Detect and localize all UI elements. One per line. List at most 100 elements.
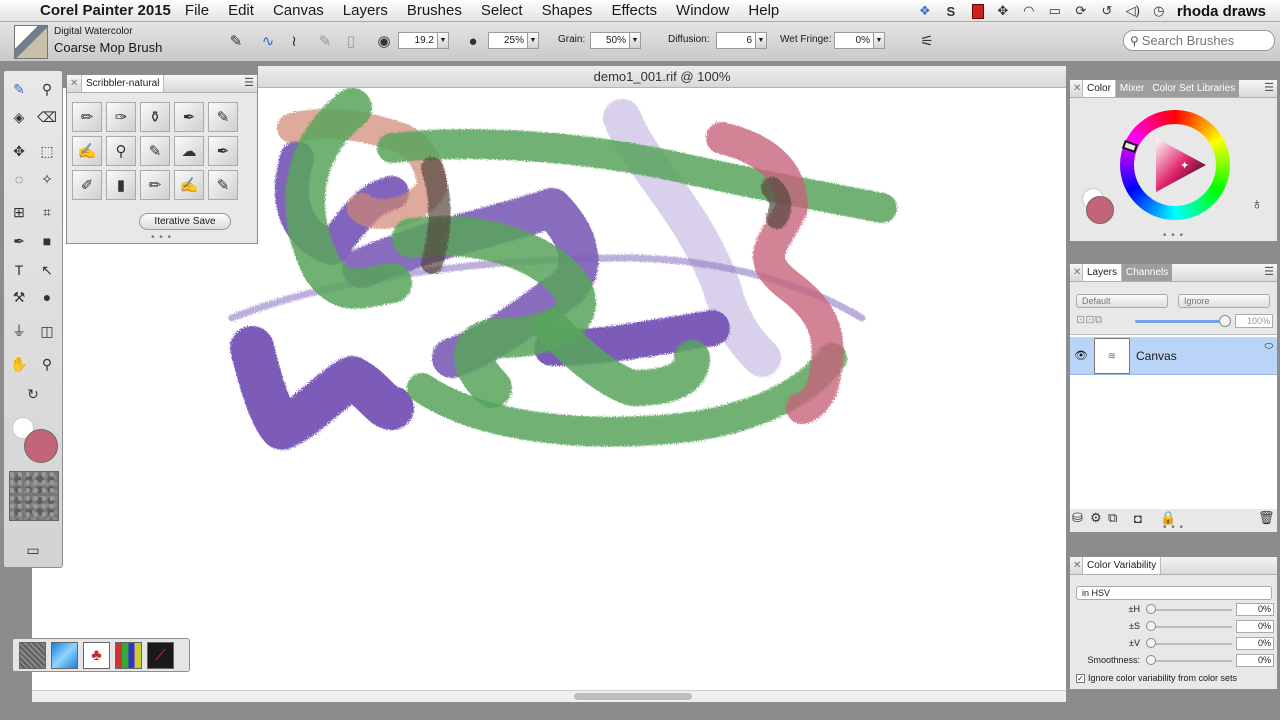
rectangular-selection-tool-icon[interactable]: ⬚ bbox=[34, 138, 60, 164]
cloner-tool-icon[interactable]: ⚒ bbox=[6, 284, 32, 310]
clock-icon[interactable]: ◷ bbox=[1147, 2, 1171, 20]
freehand-stroke-icon[interactable]: ∿ bbox=[257, 30, 279, 52]
brush-tool-icon[interactable]: ✎ bbox=[6, 76, 32, 102]
paper-selector-icon[interactable] bbox=[9, 471, 59, 521]
search-brushes-input[interactable]: ⚲ Search Brushes bbox=[1123, 30, 1275, 51]
timemachine-icon[interactable]: ↺ bbox=[1095, 2, 1119, 20]
user-name-menu[interactable]: rhoda draws bbox=[1177, 2, 1266, 20]
variability-s-knob[interactable] bbox=[1146, 621, 1156, 631]
brush-variant-pen-icon[interactable]: ✒ bbox=[174, 102, 204, 132]
lasso-tool-icon[interactable]: ◌ bbox=[6, 166, 32, 192]
layer-mask-icon[interactable]: ◘ bbox=[1134, 511, 1142, 526]
variability-v-field[interactable]: 0% bbox=[1236, 637, 1274, 650]
text-tool-icon[interactable]: T bbox=[6, 257, 32, 283]
checkbox-check-icon[interactable]: ✓ bbox=[1076, 674, 1085, 684]
variability-s-field[interactable]: 0% bbox=[1236, 620, 1274, 633]
toolbox-color-selector[interactable] bbox=[12, 415, 62, 465]
brush-variant-soft-pencil-icon[interactable]: ✎ bbox=[208, 170, 238, 200]
menu-file[interactable]: File bbox=[185, 2, 209, 19]
layer-commands-icon[interactable]: ⛁ bbox=[1072, 510, 1083, 526]
brush-variant-pencil-icon[interactable]: ✏ bbox=[72, 102, 102, 132]
perspective-tool-icon[interactable]: ◫ bbox=[34, 318, 60, 344]
iterative-save-button[interactable]: Iterative Save bbox=[139, 213, 231, 230]
lock-stroke-icon[interactable]: ▯ bbox=[340, 30, 362, 52]
opacity-dropdown[interactable]: ▼ bbox=[528, 32, 539, 49]
eraser-tool-icon[interactable]: ⌫ bbox=[34, 104, 60, 130]
straight-line-stroke-icon[interactable]: ≀ bbox=[283, 30, 305, 52]
menu-shapes[interactable]: Shapes bbox=[542, 2, 593, 19]
dropper-tool-icon[interactable]: ⚲ bbox=[34, 76, 60, 102]
brush-variant-charcoal-icon[interactable]: ✏ bbox=[140, 170, 170, 200]
magic-wand-tool-icon[interactable]: ✧ bbox=[34, 166, 60, 192]
pen-tool-icon[interactable]: ✒ bbox=[6, 228, 32, 254]
display-icon[interactable]: ▭ bbox=[1043, 2, 1067, 20]
variability-v-slider[interactable] bbox=[1150, 643, 1232, 645]
opacity-field[interactable]: 100% bbox=[1235, 314, 1273, 328]
lock-transparency-icons[interactable]: ⊡⊡⧉ bbox=[1076, 313, 1102, 327]
variability-mode-select[interactable]: in HSV bbox=[1076, 586, 1272, 600]
smoothness-slider[interactable] bbox=[1150, 660, 1232, 662]
sync-icon[interactable]: ⟳ bbox=[1069, 2, 1093, 20]
palette-resize-handle[interactable]: • • • bbox=[151, 232, 172, 243]
skype-icon[interactable]: S bbox=[939, 2, 963, 20]
opacity-slider[interactable] bbox=[1135, 320, 1229, 323]
dropbox-icon[interactable]: ❖ bbox=[913, 2, 937, 20]
color-sample-icon[interactable]: ♁ bbox=[1251, 196, 1263, 214]
brush-variant-hair-brush-icon[interactable]: ✍ bbox=[174, 170, 204, 200]
tab-layers[interactable]: Layers bbox=[1082, 264, 1123, 281]
diffusion-dropdown[interactable]: ▼ bbox=[756, 32, 767, 49]
variability-s-slider[interactable] bbox=[1150, 626, 1232, 628]
brush-variant-sponge-icon[interactable]: ☁ bbox=[174, 136, 204, 166]
opacity-field[interactable]: 25% bbox=[488, 32, 528, 49]
tab-color-variability[interactable]: Color Variability bbox=[1082, 557, 1162, 574]
close-icon[interactable]: ✕ bbox=[1073, 80, 1081, 97]
menu-layers[interactable]: Layers bbox=[343, 2, 388, 19]
rotate-page-tool-icon[interactable]: ↻ bbox=[20, 381, 46, 407]
volume-icon[interactable]: ◁) bbox=[1121, 2, 1145, 20]
brush-variant-palette-knife-icon[interactable]: ⚱ bbox=[140, 102, 170, 132]
variability-h-field[interactable]: 0% bbox=[1236, 603, 1274, 616]
main-color-swatch[interactable] bbox=[1086, 196, 1114, 224]
menu-canvas[interactable]: Canvas bbox=[273, 2, 324, 19]
layer-row-canvas[interactable]: 👁 ≋ Canvas ⬭ bbox=[1070, 337, 1277, 375]
variability-h-slider[interactable] bbox=[1150, 609, 1232, 611]
move-icon[interactable]: ✥ bbox=[991, 2, 1015, 20]
brush-variant-smudge-icon[interactable]: ✍ bbox=[72, 136, 102, 166]
brush-variant-flat-brush-icon[interactable]: ✐ bbox=[72, 170, 102, 200]
wet-fringe-field[interactable]: 0% bbox=[834, 32, 874, 49]
crop-tool-icon[interactable]: ⌗ bbox=[34, 199, 60, 225]
close-icon[interactable]: ✕ bbox=[1073, 557, 1081, 574]
eye-visibility-icon[interactable]: 👁 bbox=[1074, 349, 1088, 362]
menu-select[interactable]: Select bbox=[481, 2, 523, 19]
diffusion-field[interactable]: 6 bbox=[716, 32, 756, 49]
brush-category-label[interactable]: Digital Watercolor bbox=[54, 26, 133, 37]
menu-brushes[interactable]: Brushes bbox=[407, 2, 462, 19]
brush-variant-liner-icon[interactable]: ✎ bbox=[140, 136, 170, 166]
app-name-menu[interactable]: Corel Painter 2015 bbox=[40, 2, 171, 19]
saturation-value-area[interactable]: ✦ bbox=[1134, 124, 1216, 206]
dodge-tool-icon[interactable]: ● bbox=[34, 284, 60, 310]
palette-menu-icon[interactable]: ☰ bbox=[244, 75, 254, 92]
composite-method-select[interactable]: Default bbox=[1076, 294, 1168, 308]
layer-adjuster-tool-icon[interactable]: ✥ bbox=[6, 138, 32, 164]
brush-variant-ink-pen-icon[interactable]: ✒ bbox=[208, 136, 238, 166]
brush-size-dropdown[interactable]: ▼ bbox=[438, 32, 449, 49]
ignore-color-sets-checkbox[interactable]: ✓ Ignore color variability from color set… bbox=[1076, 673, 1237, 684]
opacity-slider-knob[interactable] bbox=[1219, 315, 1231, 327]
dry-brush-icon[interactable]: ⚟ bbox=[916, 30, 938, 52]
shape-selection-tool-icon[interactable]: ↖ bbox=[34, 257, 60, 283]
nozzle-library-icon[interactable]: ♣ bbox=[83, 642, 110, 669]
close-icon[interactable]: ✕ bbox=[1073, 264, 1081, 281]
panel-resize-handle[interactable]: • • • bbox=[1163, 522, 1184, 533]
dynamic-plugins-icon[interactable]: ⚙ bbox=[1090, 510, 1102, 526]
brush-variant-label[interactable]: Coarse Mop Brush bbox=[54, 40, 162, 55]
new-layer-icon[interactable]: ⧉ bbox=[1108, 510, 1117, 526]
main-color-swatch[interactable] bbox=[24, 429, 58, 463]
grabber-tool-icon[interactable]: ✋ bbox=[6, 351, 32, 377]
screen-mode-icon[interactable]: ▭ bbox=[20, 537, 46, 563]
film-icon[interactable] bbox=[965, 2, 989, 20]
tab-channels[interactable]: Channels bbox=[1122, 264, 1173, 281]
grain-field[interactable]: 50% bbox=[590, 32, 630, 49]
menu-window[interactable]: Window bbox=[676, 2, 729, 19]
smoothness-knob[interactable] bbox=[1146, 655, 1156, 665]
